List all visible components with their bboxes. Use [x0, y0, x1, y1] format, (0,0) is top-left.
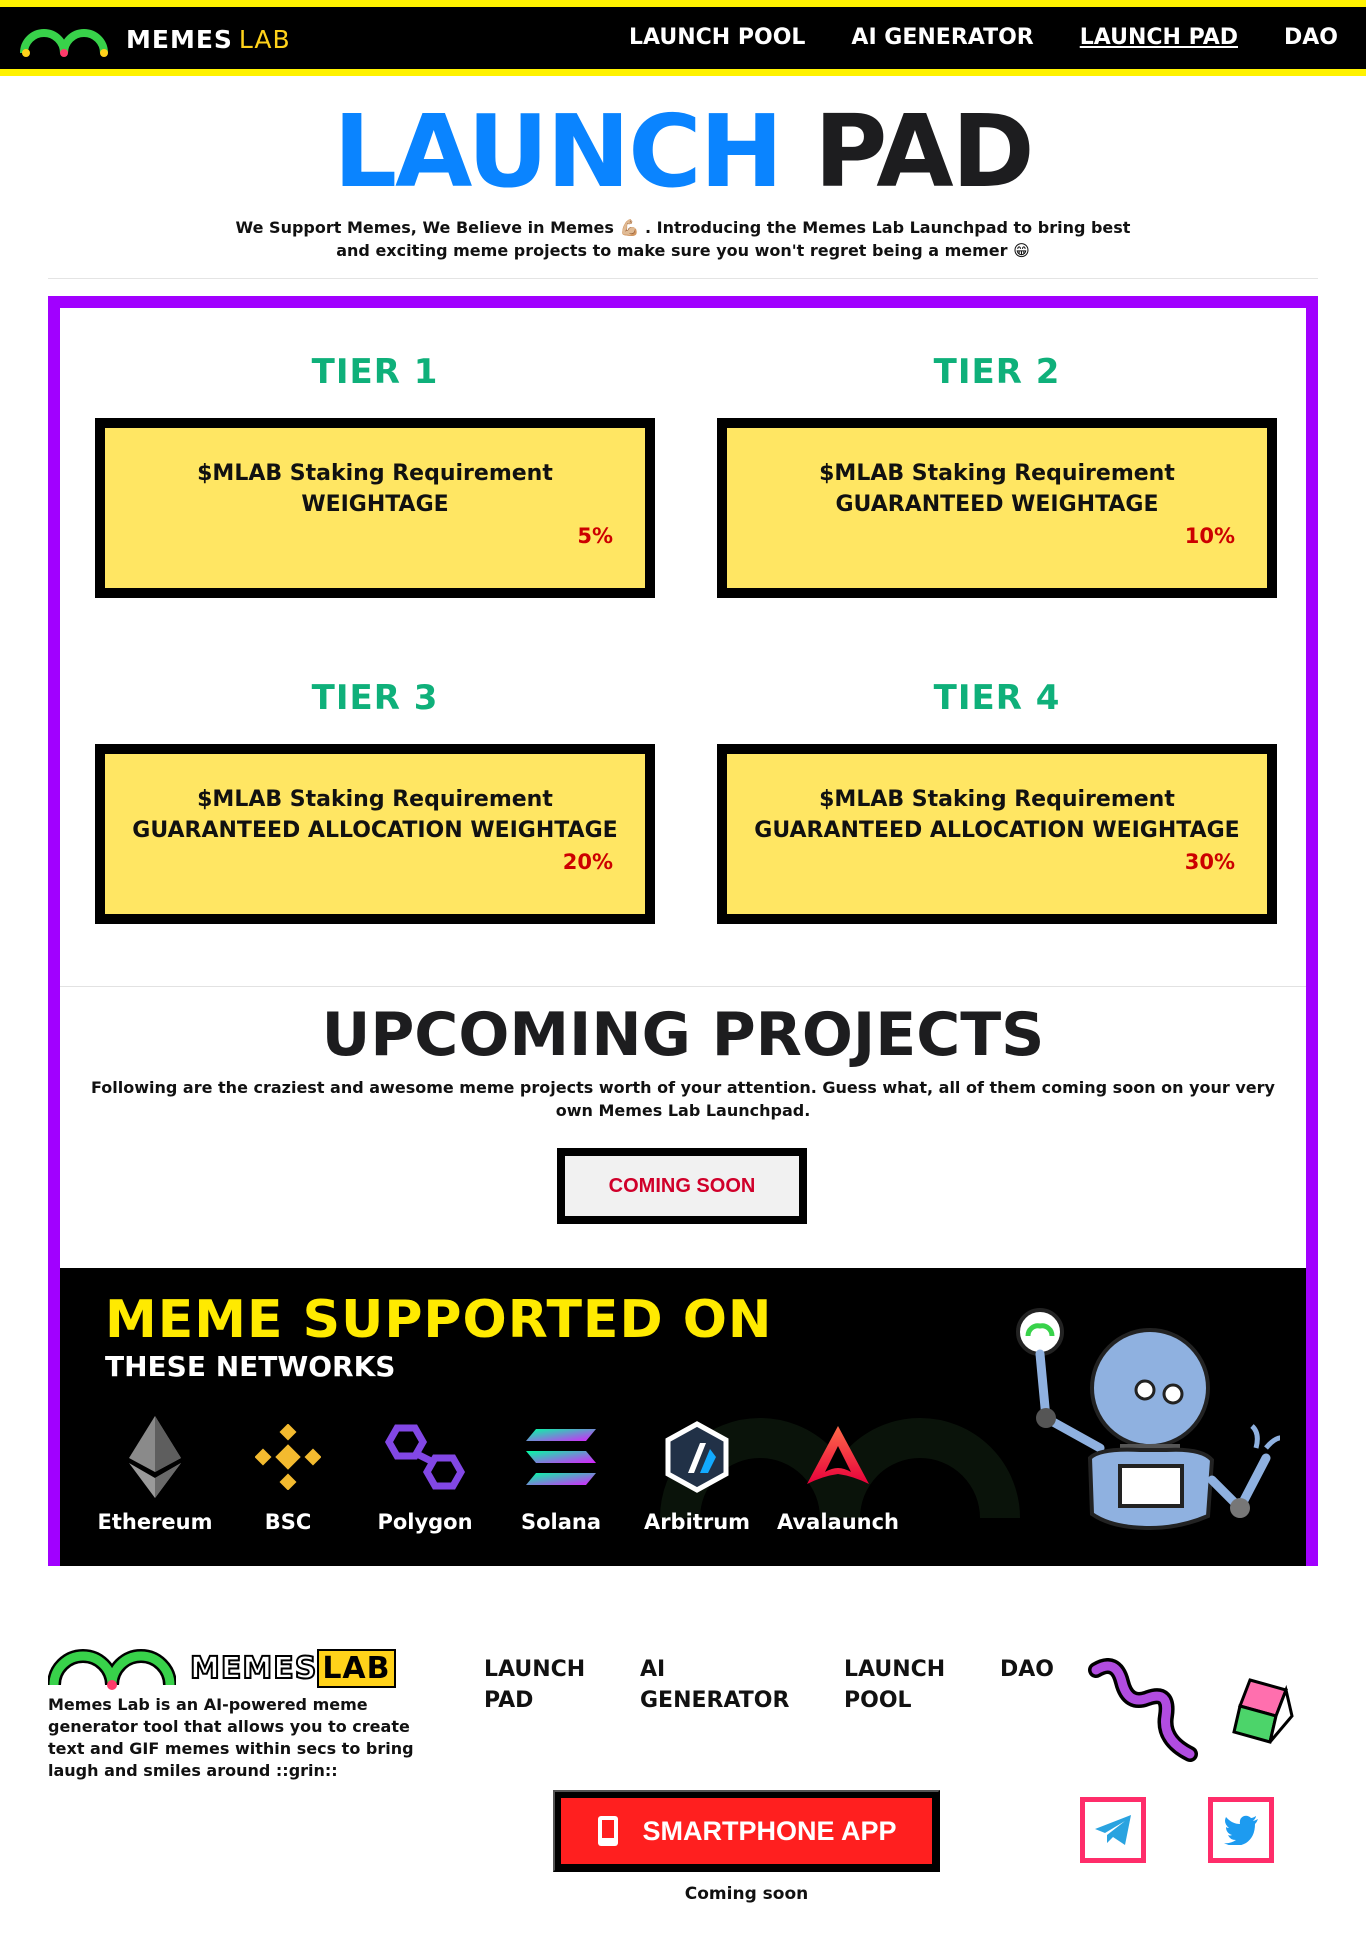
- ethereum-icon: [129, 1416, 181, 1498]
- tier-2-requirement: $MLAB Staking Requirement GUARANTEED WEIG…: [727, 458, 1267, 520]
- hero-subtitle: We Support Memes, We Believe in Memes 💪🏼…: [235, 218, 1131, 260]
- network-solana[interactable]: Solana: [496, 1416, 626, 1534]
- network-bsc-label: BSC: [264, 1510, 312, 1534]
- footer-brand-memes: MEMES: [189, 1650, 318, 1687]
- memes-lab-logo-icon: [48, 1649, 176, 1690]
- tier-3-card: $MLAB Staking Requirement GUARANTEED ALLO…: [95, 744, 655, 924]
- page-title: LAUNCH PAD: [0, 102, 1366, 202]
- divider: [48, 278, 1318, 279]
- network-avalaunch-label: Avalaunch: [776, 1510, 900, 1534]
- smartphone-app-label: SMARTPHONE APP: [642, 1815, 897, 1846]
- smartphone-app-button[interactable]: SMARTPHONE APP: [553, 1790, 940, 1872]
- solana-icon: [526, 1429, 596, 1485]
- nav-link-ai-generator[interactable]: AI GENERATOR: [851, 25, 1033, 50]
- network-solana-label: Solana: [520, 1510, 602, 1534]
- tier-4-line2: GUARANTEED ALLOCATION WEIGHTAGE: [754, 818, 1240, 843]
- upcoming-projects-subtitle: Following are the craziest and awesome m…: [91, 1078, 1275, 1120]
- avalaunch-icon: [807, 1426, 869, 1484]
- cube-decoration-icon: [1232, 1678, 1294, 1744]
- polygon-icon: [384, 1424, 466, 1490]
- brand-logo-link[interactable]: MEMES LAB: [20, 21, 291, 57]
- tier-2-percent: 10%: [1184, 524, 1235, 548]
- networks-title: MEME SUPPORTED ON: [105, 1290, 773, 1350]
- bnb-icon: [255, 1424, 321, 1490]
- smartphone-app-button-inner: SMARTPHONE APP: [561, 1798, 932, 1864]
- telegram-link[interactable]: [1080, 1797, 1146, 1863]
- network-ethereum[interactable]: Ethereum: [90, 1416, 220, 1534]
- tier-3-title: TIER 3: [311, 678, 439, 718]
- footer-link-launch-pool[interactable]: LAUNCH POOL: [844, 1654, 954, 1716]
- title-pad: PAD: [814, 93, 1035, 210]
- network-polygon[interactable]: Polygon: [360, 1416, 490, 1534]
- supported-networks-banner: MEME SUPPORTED ON THESE NETWORKS Ethereu…: [60, 1268, 1306, 1566]
- arbitrum-icon: [665, 1421, 729, 1493]
- launchpad-frame: TIER 1 $MLAB Staking Requirement WEIGHTAG…: [48, 296, 1318, 1566]
- brand-memes: MEMES: [126, 24, 233, 54]
- tier-4-title: TIER 4: [933, 678, 1061, 718]
- nav-brand-text: MEMES LAB: [126, 25, 291, 54]
- footer-brand-logo-link[interactable]: MEMES LAB: [48, 1645, 396, 1691]
- network-arbitrum[interactable]: Arbitrum: [632, 1416, 762, 1534]
- title-launch: LAUNCH: [333, 93, 783, 210]
- tier-1-line1: $MLAB Staking Requirement: [197, 461, 553, 486]
- twitter-link[interactable]: [1208, 1797, 1274, 1863]
- tier-1-title: TIER 1: [311, 352, 439, 392]
- app-coming-soon-note: Coming soon: [684, 1884, 809, 1904]
- twitter-icon: [1224, 1815, 1258, 1845]
- tier-2-line1: $MLAB Staking Requirement: [819, 461, 1175, 486]
- footer-link-launch-pad[interactable]: LAUNCH PAD: [484, 1654, 594, 1716]
- memes-lab-logo-icon: [20, 29, 108, 57]
- footer-brand-text: MEMES LAB: [189, 1648, 396, 1688]
- nav-link-launch-pool[interactable]: LAUNCH POOL: [629, 25, 805, 50]
- network-polygon-label: Polygon: [377, 1510, 473, 1534]
- tier-1-line2: WEIGHTAGE: [301, 492, 449, 517]
- network-ethereum-label: Ethereum: [97, 1510, 213, 1534]
- tier-3-percent: 20%: [562, 850, 613, 874]
- footer-brand-lab: LAB: [317, 1648, 396, 1688]
- smartphone-icon: [598, 1816, 619, 1846]
- upcoming-projects-title: UPCOMING PROJECTS: [321, 1000, 1045, 1070]
- tier-1-card: $MLAB Staking Requirement WEIGHTAGE 5%: [95, 418, 655, 598]
- footer-description: Memes Lab is an AI-powered meme generato…: [48, 1695, 414, 1780]
- footer-link-ai-generator[interactable]: AI GENERATOR: [640, 1654, 790, 1716]
- tier-4-line1: $MLAB Staking Requirement: [819, 787, 1175, 812]
- tier-1-percent: 5%: [577, 524, 613, 548]
- brand-lab: LAB: [238, 24, 291, 54]
- tier-4-requirement: $MLAB Staking Requirement GUARANTEED ALLO…: [727, 784, 1267, 846]
- robot-mascot-icon: [1016, 1308, 1280, 1531]
- nav-links: LAUNCH POOL AI GENERATOR LAUNCH PAD DAO: [629, 25, 1338, 50]
- footer-link-dao[interactable]: DAO: [1000, 1654, 1070, 1685]
- tier-1-requirement: $MLAB Staking Requirement WEIGHTAGE: [105, 458, 645, 520]
- tier-2-title: TIER 2: [933, 352, 1061, 392]
- networks-subtitle: THESE NETWORKS: [105, 1350, 396, 1383]
- tier-3-line1: $MLAB Staking Requirement: [197, 787, 553, 812]
- tier-2-line2: GUARANTEED WEIGHTAGE: [835, 492, 1159, 517]
- tier-2-card: $MLAB Staking Requirement GUARANTEED WEIG…: [717, 418, 1277, 598]
- tier-3-requirement: $MLAB Staking Requirement GUARANTEED ALLO…: [105, 784, 645, 846]
- network-avalaunch[interactable]: Avalaunch: [773, 1416, 903, 1534]
- top-navbar: MEMES LAB LAUNCH POOL AI GENERATOR LAUNCH…: [0, 0, 1366, 76]
- nav-link-dao[interactable]: DAO: [1284, 25, 1338, 50]
- tier-4-percent: 30%: [1184, 850, 1235, 874]
- divider: [60, 986, 1306, 987]
- nav-link-launch-pad[interactable]: LAUNCH PAD: [1080, 25, 1238, 50]
- telegram-icon: [1095, 1815, 1131, 1845]
- network-bsc[interactable]: BSC: [223, 1416, 353, 1534]
- coming-soon-button[interactable]: COMING SOON: [557, 1148, 807, 1224]
- tier-4-card: $MLAB Staking Requirement GUARANTEED ALLO…: [717, 744, 1277, 924]
- tier-3-line2: GUARANTEED ALLOCATION WEIGHTAGE: [132, 818, 618, 843]
- network-arbitrum-label: Arbitrum: [643, 1510, 751, 1534]
- squiggle-decoration-icon: [1088, 1658, 1198, 1762]
